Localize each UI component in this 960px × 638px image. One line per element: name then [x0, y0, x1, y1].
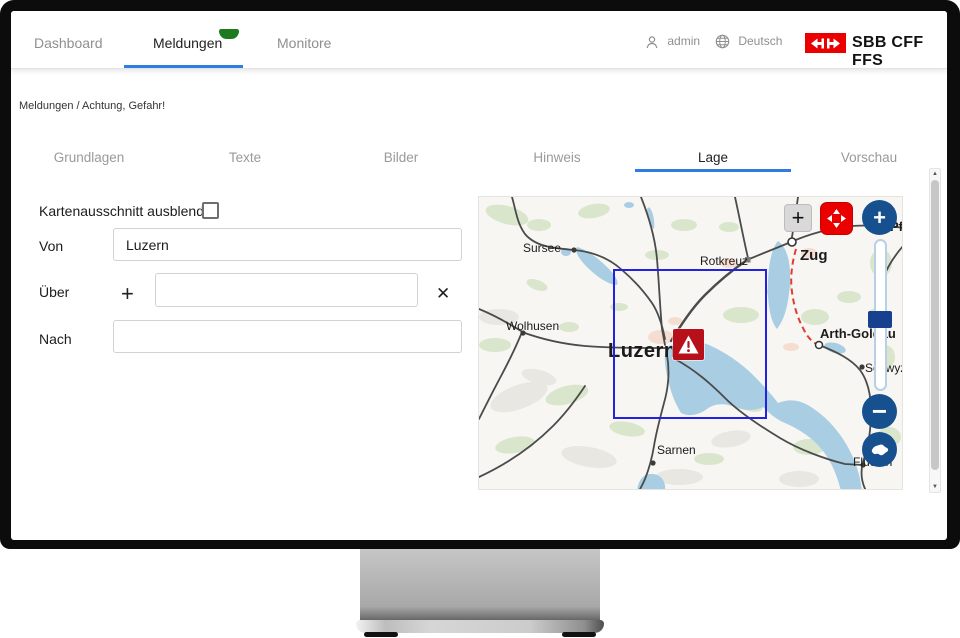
- switzerland-icon: [869, 443, 890, 457]
- nav-meldungen[interactable]: Meldungen: [153, 35, 222, 51]
- hide-map-checkbox[interactable]: [202, 202, 219, 219]
- user-menu[interactable]: admin: [645, 34, 700, 49]
- app-header: Dashboard Meldungen Monitore admin: [11, 11, 947, 69]
- tab-texte[interactable]: Texte: [167, 135, 323, 172]
- user-icon: [645, 35, 659, 49]
- monitor-foot-left: [364, 632, 398, 637]
- content-scrollbar[interactable]: ▲ ▼: [929, 168, 941, 493]
- scrollbar-down-icon[interactable]: ▼: [930, 484, 940, 490]
- user-name: admin: [667, 34, 700, 48]
- brand-wordmark: SBB CFF FFS: [852, 34, 947, 70]
- tab-bilder[interactable]: Bilder: [323, 135, 479, 172]
- language-label: Deutsch: [738, 34, 782, 48]
- map-canvas[interactable]: Sursee Rotkreuz Zug Wolhusen Luzern Arth…: [478, 196, 903, 490]
- add-via-button[interactable]: +: [121, 283, 134, 305]
- nav-monitore[interactable]: Monitore: [277, 35, 331, 51]
- map-label-sarnen: Sarnen: [657, 443, 696, 457]
- tab-hinweis[interactable]: Hinweis: [479, 135, 635, 172]
- ueber-label: Über: [39, 284, 69, 300]
- von-input[interactable]: [113, 228, 462, 261]
- stage: Dashboard Meldungen Monitore admin: [0, 0, 960, 638]
- map-small-zoom-in-button[interactable]: +: [784, 204, 812, 232]
- tab-grundlagen[interactable]: Grundlagen: [11, 135, 167, 172]
- scrollbar-up-icon[interactable]: ▲: [930, 171, 940, 177]
- map-zoom-out-button[interactable]: −: [862, 394, 897, 429]
- map-label-sursee: Sursee: [523, 241, 561, 255]
- map-label-wolhusen: Wolhusen: [506, 319, 559, 333]
- breadcrumb: Meldungen / Achtung, Gefahr!: [19, 100, 165, 112]
- tab-bar: Grundlagen Texte Bilder Hinweis Lage Vor…: [11, 135, 947, 172]
- language-menu[interactable]: Deutsch: [715, 34, 782, 49]
- von-label: Von: [39, 238, 63, 254]
- meldungen-status-badge: [219, 29, 239, 39]
- map-zoom-in-button[interactable]: +: [862, 200, 897, 235]
- sbb-logo-icon: [811, 38, 840, 49]
- map-pan-button[interactable]: [820, 202, 853, 235]
- pan-arrows-icon: [826, 208, 847, 229]
- hide-map-label: Kartenausschnitt ausblenden: [39, 203, 220, 219]
- tab-vorschau[interactable]: Vorschau: [791, 135, 947, 172]
- tab-lage[interactable]: Lage: [635, 135, 791, 172]
- nach-input[interactable]: [113, 320, 462, 353]
- zoom-slider-handle[interactable]: [868, 311, 892, 328]
- map-label-rotkreuz: Rotkreuz: [700, 254, 748, 268]
- clear-via-button[interactable]: ✕: [436, 285, 450, 302]
- active-nav-underline: [124, 65, 243, 68]
- app-screen: Dashboard Meldungen Monitore admin: [11, 11, 947, 540]
- ueber-input[interactable]: [155, 273, 418, 307]
- monitor-foot-right: [562, 632, 596, 637]
- sbb-logo: [805, 33, 846, 53]
- map-label-zug: Zug: [800, 247, 828, 264]
- warning-marker[interactable]: [673, 329, 704, 360]
- map-overview-button[interactable]: [862, 432, 897, 467]
- scrollbar-thumb[interactable]: [931, 180, 939, 470]
- monitor-stand: [360, 549, 600, 621]
- globe-icon: [715, 34, 730, 49]
- warning-triangle-icon: [677, 334, 700, 355]
- nach-label: Nach: [39, 331, 72, 347]
- nav-dashboard[interactable]: Dashboard: [34, 35, 103, 51]
